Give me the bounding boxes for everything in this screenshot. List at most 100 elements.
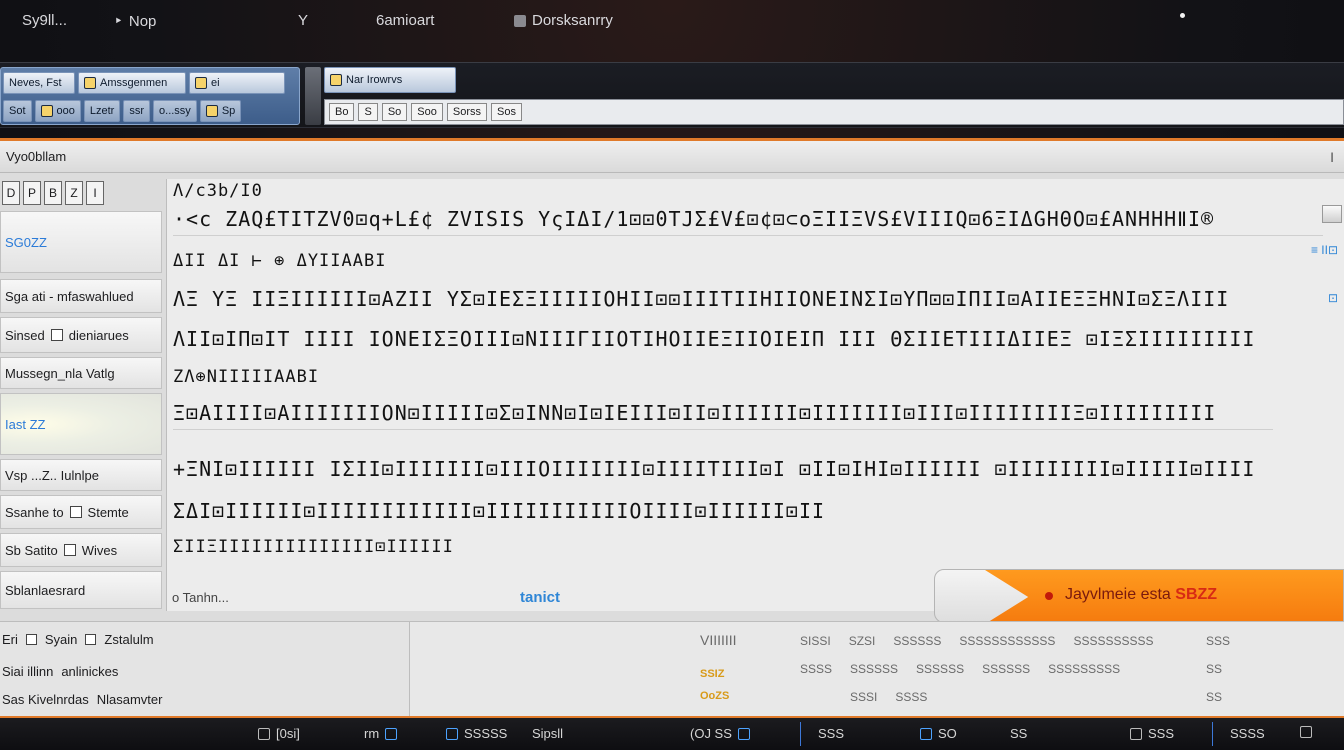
tool-button[interactable]: D (2, 181, 20, 205)
lower-right-panel: VIIIIIII SSIZ OoZS SISSI SZSI SSSSSS SSSSSS… (410, 621, 1344, 717)
info-cell: SSSI (850, 690, 878, 704)
sidebar-item-label: Sga ati - mfaswahlued (5, 288, 134, 304)
text-line: ΣΙΙΞΙΙΙΙΙΙΙΙΙΙΙΙΙΙ⊡ΙΙΙΙΙΙ (173, 537, 454, 557)
list-item[interactable]: Eri Syain Zstalulm (2, 632, 154, 647)
tool-button[interactable]: B (44, 181, 62, 205)
clock-icon (1300, 726, 1312, 738)
toolbar-button[interactable]: Sot (3, 100, 32, 122)
address-chip[interactable]: Bo (329, 103, 355, 121)
margin-mark: ⊡ (1327, 291, 1338, 305)
sidebar-item-label: Ssanhe to (5, 504, 64, 520)
list-item[interactable]: Siai illinn anlinickes (2, 664, 118, 679)
toolbar-button[interactable]: Sp (199, 100, 242, 122)
checkbox[interactable] (25, 634, 37, 645)
taskbar-item[interactable]: (OJ SS (690, 726, 750, 741)
taskbar-item[interactable]: SSSSS (446, 726, 507, 741)
info-end: SS (1206, 662, 1223, 676)
toolbar-button[interactable]: ei (189, 72, 285, 94)
tool-button[interactable]: I (86, 181, 104, 205)
button-label: Lzetr (89, 105, 115, 117)
taskbar-item[interactable]: SO (920, 726, 957, 741)
toolbar-button[interactable]: o...ssy (153, 100, 197, 122)
tool-button[interactable]: P (23, 181, 41, 205)
toolbar-separator[interactable] (305, 67, 321, 125)
sidebar-item[interactable]: Sinsed dieniarues (0, 317, 162, 353)
sidebar: D P B Z I SG0ZZ Sga ati - mfaswahlued Si… (0, 179, 162, 611)
menu-item-1[interactable]: Sy9ll... (22, 12, 67, 29)
list-text: anlinickes (61, 664, 119, 679)
menu-item-4[interactable]: 6amioart (376, 12, 434, 29)
sidebar-item[interactable]: Iast ZZ (0, 393, 162, 455)
address-chip[interactable]: S (358, 103, 378, 121)
address-tab[interactable]: Nar Irowrvs (324, 67, 456, 93)
sidebar-item-extra: dieniarues (68, 327, 129, 343)
sidebar-item[interactable]: Sb Satito Wives (0, 533, 162, 567)
action-button-label: Jayvlmeie esta SBZZ (1065, 586, 1217, 604)
info-row: SSSS SSSSSS SSSSSS SSSSSS SSSSSSSSS (800, 662, 1120, 676)
margin-mark: ≡ ΙΙ⊡ (1310, 243, 1338, 257)
sidebar-item[interactable]: Sblanlaesrard (0, 571, 162, 609)
menu-item-3[interactable]: Y (298, 12, 308, 29)
info-cell: SSSSSS (893, 634, 942, 648)
tab-label: Nar Irowrvs (346, 74, 403, 86)
taskbar-item[interactable]: SSS (818, 726, 844, 741)
info-cell: SSSS (800, 662, 833, 676)
address-chip[interactable]: Sos (490, 103, 522, 121)
app-icon (385, 727, 398, 740)
list-text: Syain (44, 632, 78, 647)
sidebar-item-label: Iast ZZ (5, 416, 46, 432)
taskbar-item[interactable]: rm (364, 726, 398, 741)
toolbar-button[interactable]: ssr (123, 100, 151, 122)
sidebar-item[interactable]: Vsp ...Z.. Iulnlpe (0, 459, 162, 491)
toolbar-button[interactable]: Amssgenmen (78, 72, 186, 94)
toolbar-button[interactable]: ooo (34, 100, 81, 122)
taskbar-item[interactable]: SSSS (1230, 726, 1265, 741)
tool-button[interactable]: Z (65, 181, 83, 205)
checkbox[interactable] (50, 329, 63, 341)
toolbar-button[interactable]: Neves, Fst (3, 72, 75, 94)
menu-item-2[interactable]: ‣ Nop (114, 12, 156, 31)
text-line: ΛΞ ΥΞ ΙΙΞΙΙΙΙΙΙ⊡ΑΖΙΙ ΥΣ⊡ΙΕΣΞΙΙΙΙΙΟΗΙΙ⊡⊡Ι… (173, 287, 1230, 311)
taskbar-label: SSS (1148, 726, 1175, 741)
text-line: +ΞΝΙ⊡ΙΙΙΙΙΙ ΙΣΙΙ⊡ΙΙΙΙΙΙΙ⊡ΙΙΙΟΙΙΙΙΙΙΙ⊡ΙΙΙ… (173, 457, 1256, 481)
toolbar-group: Neves, Fst Amssgenmen ei Sot ooo Lzetr s… (0, 67, 300, 125)
info-cell: SSSSSS (850, 662, 899, 676)
checkbox[interactable] (63, 544, 76, 556)
key-label: OoZS (700, 690, 730, 702)
app-icon (446, 727, 458, 740)
list-text: Nlasamvter (96, 692, 163, 707)
action-button[interactable]: Jayvlmeie esta SBZZ (934, 569, 1344, 623)
address-chip[interactable]: Soo (411, 103, 443, 121)
taskbar-item[interactable] (1300, 726, 1312, 738)
checkbox[interactable] (85, 634, 97, 645)
status-dot-icon (1180, 13, 1185, 18)
list-item[interactable]: Sas Kivelnrdas Nlasamvter (2, 692, 162, 707)
close-icon[interactable]: I (1330, 149, 1334, 165)
taskbar-item[interactable]: [0si] (258, 726, 300, 741)
sidebar-item[interactable]: Ssanhe to Stemte (0, 495, 162, 529)
sidebar-item[interactable]: Mussegn_nla Vatlg (0, 357, 162, 389)
address-field[interactable]: Bo S So Soo Sorss Sos (324, 99, 1344, 125)
checkbox[interactable] (69, 506, 82, 518)
button-label: ssr (129, 105, 145, 117)
taskbar-item[interactable]: Sipsll (532, 726, 563, 741)
sidebar-item[interactable]: Sga ati - mfaswahlued (0, 279, 162, 313)
text-content-area[interactable]: Λ/c3b/I0 ·<c ZAQ£TITZV0⊡q+L£¢ ZVISIS ΥςΙ… (166, 179, 1344, 611)
sidebar-item[interactable]: SG0ZZ (0, 211, 162, 273)
taskbar-item[interactable]: SSS (1130, 726, 1174, 741)
window-title: Vyo0bllam (6, 149, 67, 164)
address-chip[interactable]: So (381, 103, 408, 121)
toolbar-button[interactable]: Lzetr (83, 100, 121, 122)
sidebar-tools: D P B Z I (2, 181, 154, 209)
sidebar-item-label: Sb Satito (5, 542, 58, 558)
info-cell: SSSS (895, 690, 928, 704)
status-link[interactable]: tanict (520, 589, 560, 606)
taskbar-item[interactable]: SS (1010, 726, 1027, 741)
text-line: ΛΙΙ⊡ΙΠ⊡ΙΤ ΙΙΙΙ ΙΟΝΕΙΣΞΟΙΙΙ⊡ΝΙΙΙΓΙΙΟΤΙΗΟΙ… (173, 327, 1256, 351)
scroll-thumb[interactable] (1322, 205, 1342, 223)
info-cell: SSSSSSSSS (1048, 662, 1121, 676)
address-chip[interactable]: Sorss (446, 103, 487, 121)
taskbar: [0si] rm SSSSS Sipsll (OJ SS SSS SO SS S… (0, 716, 1344, 750)
menu-item-5[interactable]: Dorsksanrry (514, 12, 613, 29)
taskbar-label: Sipsll (532, 726, 564, 741)
